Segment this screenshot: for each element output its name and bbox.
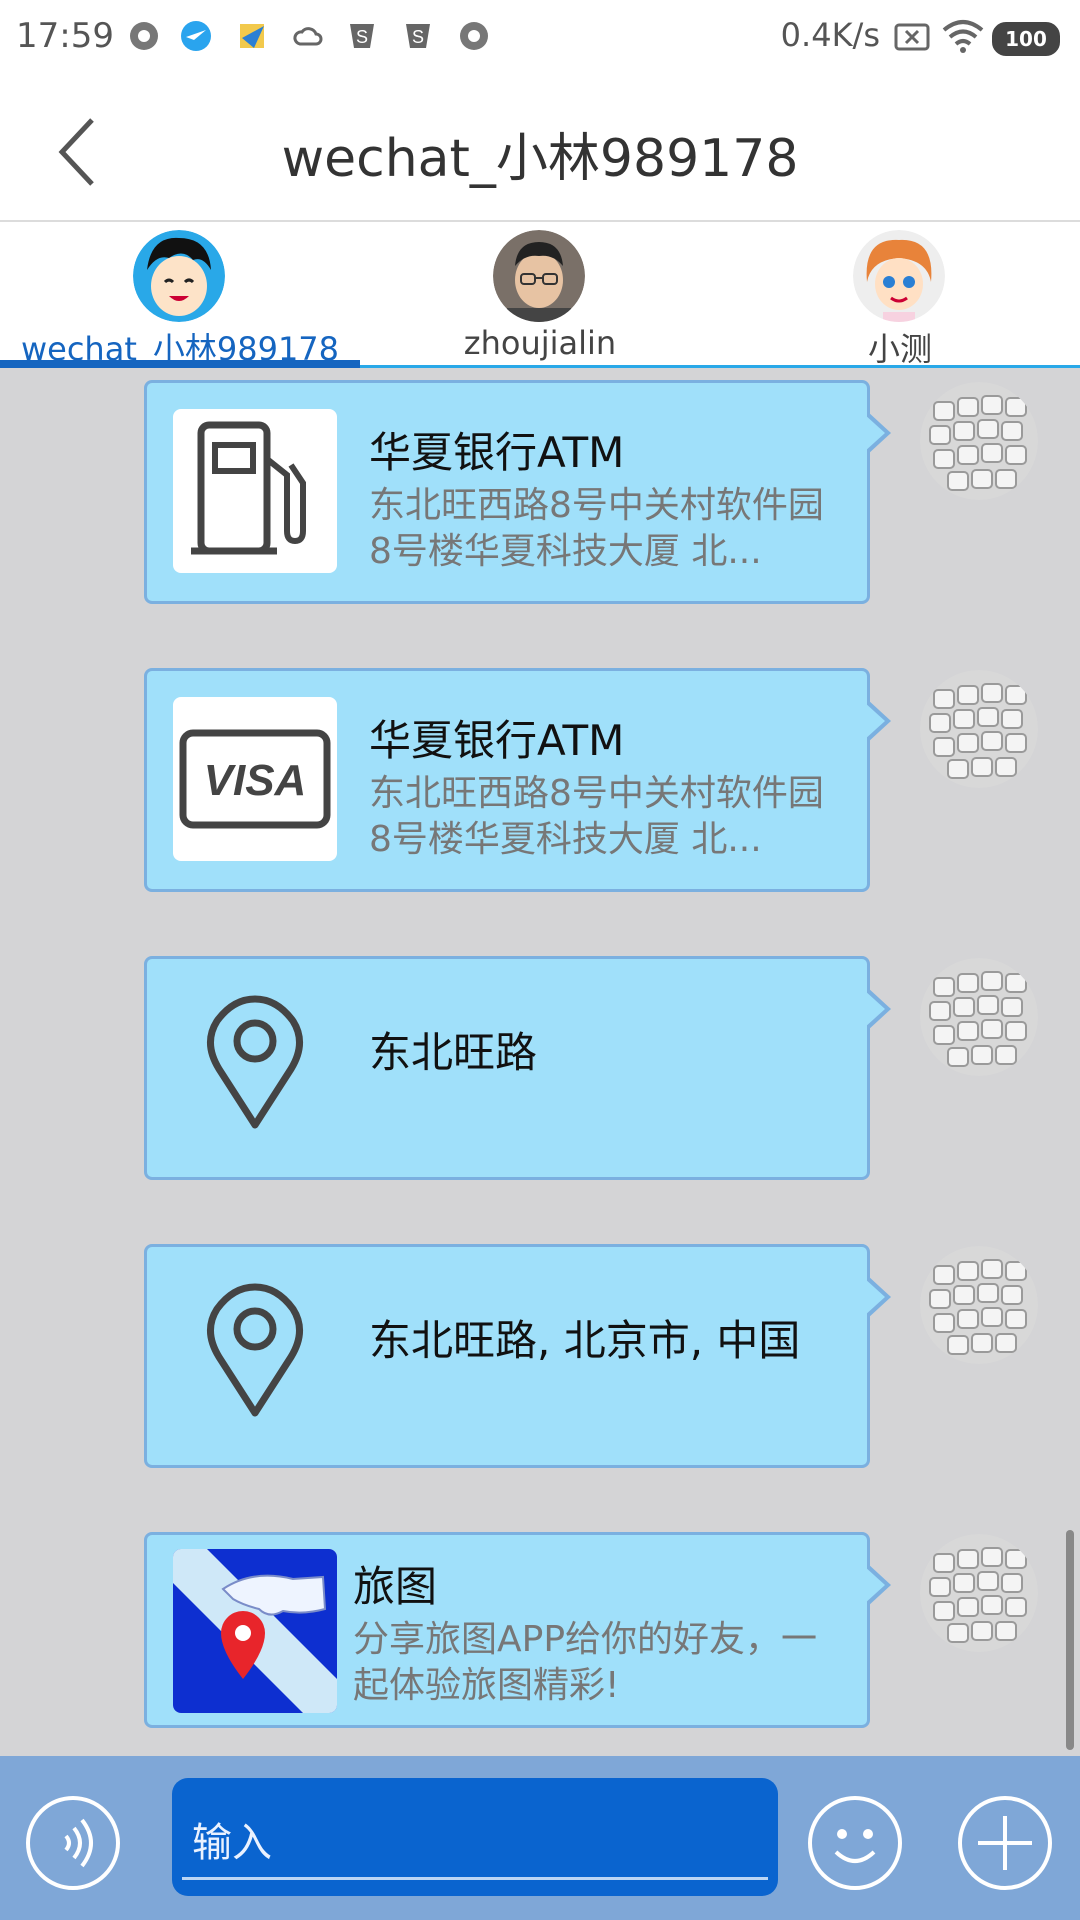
scrollbar[interactable] [1066, 1530, 1074, 1750]
thumbnail [173, 1273, 337, 1437]
avatar [853, 230, 945, 322]
add-button[interactable] [958, 1796, 1052, 1890]
thumbnail: VISA [173, 697, 337, 861]
smiley-icon [834, 1829, 876, 1863]
input-underline [182, 1877, 768, 1880]
svg-text:VISA: VISA [204, 756, 307, 805]
avatar [133, 230, 225, 322]
paper-plane-icon [240, 24, 264, 48]
message-desc: 东北旺西路8号中关村软件园8号楼华夏科技大厦 北... [369, 485, 824, 572]
bubble-tail [864, 987, 891, 1031]
location-message[interactable]: 东北旺路 [144, 956, 891, 1180]
wifi-icon [942, 20, 984, 53]
page-title: wechat_小林989178 [281, 129, 799, 189]
bubble-tail [864, 1563, 891, 1607]
app-logo [173, 1549, 337, 1713]
status-bar: 17:59 S S 0.4K/s 100 [0, 0, 1080, 76]
no-sim-icon [894, 23, 930, 51]
input-bar: 输入 [0, 1756, 1080, 1920]
sound-wave-icon [64, 1818, 93, 1868]
poi-message[interactable]: VISA 华夏银行ATM 东北旺西路8号中关村软件园8号楼华夏科技大厦 北... [144, 668, 891, 892]
my-avatar[interactable] [920, 670, 1038, 788]
my-avatar[interactable] [920, 1534, 1038, 1652]
my-avatar[interactable] [920, 382, 1038, 500]
network-speed: 0.4K/s [780, 16, 880, 54]
header: wechat_小林989178 [0, 76, 1080, 222]
tab-label: zhoujialin [463, 324, 617, 362]
bubble-tail [864, 411, 891, 455]
message-desc: 分享旅图APP给你的好友，一起体验旅图精彩! [353, 1619, 818, 1706]
message-title: 华夏银行ATM [369, 428, 625, 477]
svg-text:S: S [356, 27, 368, 47]
message-title: 华夏银行ATM [369, 716, 625, 765]
bubble-tail [864, 699, 891, 743]
location-text: 东北旺路, 北京市, 中国 [369, 1316, 801, 1365]
visa-card-icon: VISA [179, 729, 331, 829]
tab-xiaoce[interactable]: 小测 [720, 222, 1080, 368]
plane-app-icon [181, 21, 211, 51]
thumbnail [173, 409, 337, 573]
s-app-icon: S [350, 24, 374, 48]
thumbnail [173, 985, 337, 1149]
voice-button[interactable] [26, 1796, 120, 1890]
location-text: 东北旺路 [369, 1028, 538, 1077]
plus-icon [978, 1816, 1032, 1870]
cloud-icon [293, 27, 323, 46]
message-input[interactable]: 输入 [172, 1778, 778, 1896]
my-avatar[interactable] [920, 1246, 1038, 1364]
contact-tabs: wechat_小林989178 zhoujialin 小测 [0, 222, 1080, 368]
active-tab-indicator [0, 360, 360, 368]
s-app-icon-2: S [406, 24, 430, 48]
app-share-message[interactable]: 旅图 分享旅图APP给你的好友，一起体验旅图精彩! [144, 1532, 891, 1728]
tab-zhoujialin[interactable]: zhoujialin [360, 222, 720, 368]
chat-area: 华夏银行ATM 东北旺西路8号中关村软件园8号楼华夏科技大厦 北... VISA… [0, 368, 1080, 1756]
svg-text:S: S [412, 27, 424, 47]
poi-message[interactable]: 华夏银行ATM 东北旺西路8号中关村软件园8号楼华夏科技大厦 北... [144, 380, 891, 604]
thumbnail [173, 1549, 337, 1713]
gas-pump-icon [191, 421, 306, 555]
location-message[interactable]: 东北旺路, 北京市, 中国 [144, 1244, 891, 1468]
emoji-button[interactable] [808, 1796, 902, 1890]
message-title: 旅图 [353, 1562, 438, 1611]
message-desc: 东北旺西路8号中关村软件园8号楼华夏科技大厦 北... [369, 773, 824, 860]
input-placeholder: 输入 [192, 1820, 272, 1866]
tab-wechat-xiaolin[interactable]: wechat_小林989178 [0, 222, 360, 368]
tab-label: 小测 [867, 330, 932, 368]
avatar [493, 230, 585, 322]
bubble-tail [864, 1275, 891, 1319]
location-pin-icon [207, 995, 303, 1129]
location-pin-icon [207, 1283, 303, 1417]
circle-app-icon-2 [460, 22, 488, 50]
status-time: 17:59 [16, 16, 114, 56]
circle-app-icon [130, 22, 158, 50]
battery-icon: 100 [992, 22, 1060, 56]
my-avatar[interactable] [920, 958, 1038, 1076]
